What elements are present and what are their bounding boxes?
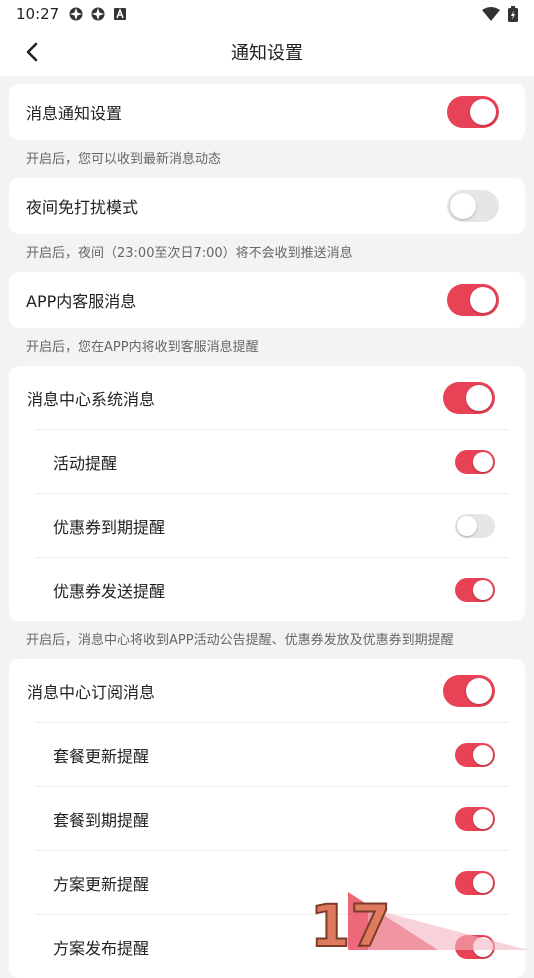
- text-app-icon: [114, 7, 127, 20]
- navigation-bar: 通知设置: [0, 28, 534, 76]
- setting-card-night-mode: 夜间免打扰模式: [9, 178, 525, 234]
- chevron-left-icon: [26, 42, 38, 62]
- package-expiry-toggle[interactable]: [455, 806, 495, 831]
- setting-card-system-messages: 消息中心系统消息 活动提醒 优惠券到期提醒 优惠券发送提醒: [9, 366, 525, 621]
- setting-label: 消息通知设置: [26, 104, 123, 123]
- activity-reminder-toggle[interactable]: [455, 449, 495, 474]
- watermark-text: 17: [310, 892, 391, 950]
- night-mode-toggle[interactable]: [447, 190, 499, 222]
- back-button[interactable]: [14, 38, 50, 66]
- setting-card-customer-service: APP内客服消息: [9, 272, 525, 328]
- setting-label: 消息中心订阅消息: [27, 682, 156, 702]
- setting-row: 夜间免打扰模式: [9, 178, 525, 234]
- settings-list: 消息通知设置 开启后，您可以收到最新消息动态 夜间免打扰模式 开启后，夜间（23…: [0, 76, 534, 978]
- setting-row: APP内客服消息: [9, 272, 525, 328]
- app-notification-icon: [91, 7, 105, 21]
- status-bar: 10:27: [0, 0, 534, 28]
- coupon-expiry-toggle[interactable]: [455, 513, 495, 538]
- setting-row: 套餐到期提醒: [9, 787, 525, 850]
- subscription-messages-toggle[interactable]: [443, 674, 495, 707]
- setting-label: 活动提醒: [53, 453, 118, 473]
- coupon-send-toggle[interactable]: [455, 577, 495, 602]
- battery-icon: [508, 6, 518, 22]
- setting-hint: 开启后，消息中心将收到APP活动公告提醒、优惠券发放及优惠券到期提醒: [26, 633, 454, 648]
- setting-hint: 开启后，您可以收到最新消息动态: [26, 152, 222, 167]
- customer-service-toggle[interactable]: [447, 284, 499, 316]
- setting-row: 优惠券发送提醒: [9, 558, 525, 621]
- setting-row: 消息中心系统消息: [9, 366, 525, 429]
- setting-row: 活动提醒: [9, 430, 525, 493]
- app-notification-icon: [69, 7, 83, 21]
- setting-row: 消息中心订阅消息: [9, 659, 525, 722]
- setting-label: APP内客服消息: [26, 292, 137, 311]
- setting-label: 消息中心系统消息: [27, 389, 156, 409]
- page-title: 通知设置: [231, 43, 303, 64]
- setting-row: 消息通知设置: [9, 84, 525, 140]
- package-update-toggle[interactable]: [455, 742, 495, 767]
- system-messages-toggle[interactable]: [443, 381, 495, 414]
- wifi-icon: [482, 7, 500, 21]
- setting-hint: 开启后，夜间（23:00至次日7:00）将不会收到推送消息: [26, 246, 353, 261]
- setting-label: 夜间免打扰模式: [26, 198, 139, 217]
- setting-label: 套餐到期提醒: [53, 810, 150, 830]
- setting-label: 优惠券发送提醒: [53, 581, 166, 601]
- setting-row: 优惠券到期提醒: [9, 494, 525, 557]
- setting-label: 优惠券到期提醒: [53, 517, 166, 537]
- status-time: 10:27: [16, 5, 60, 23]
- setting-card-message-notification: 消息通知设置: [9, 84, 525, 140]
- message-notification-toggle[interactable]: [447, 96, 499, 128]
- watermark-logo: 17: [309, 891, 528, 950]
- setting-label: 套餐更新提醒: [53, 746, 150, 766]
- setting-row: 套餐更新提醒: [9, 723, 525, 786]
- setting-hint: 开启后，您在APP内将收到客服消息提醒: [26, 340, 259, 355]
